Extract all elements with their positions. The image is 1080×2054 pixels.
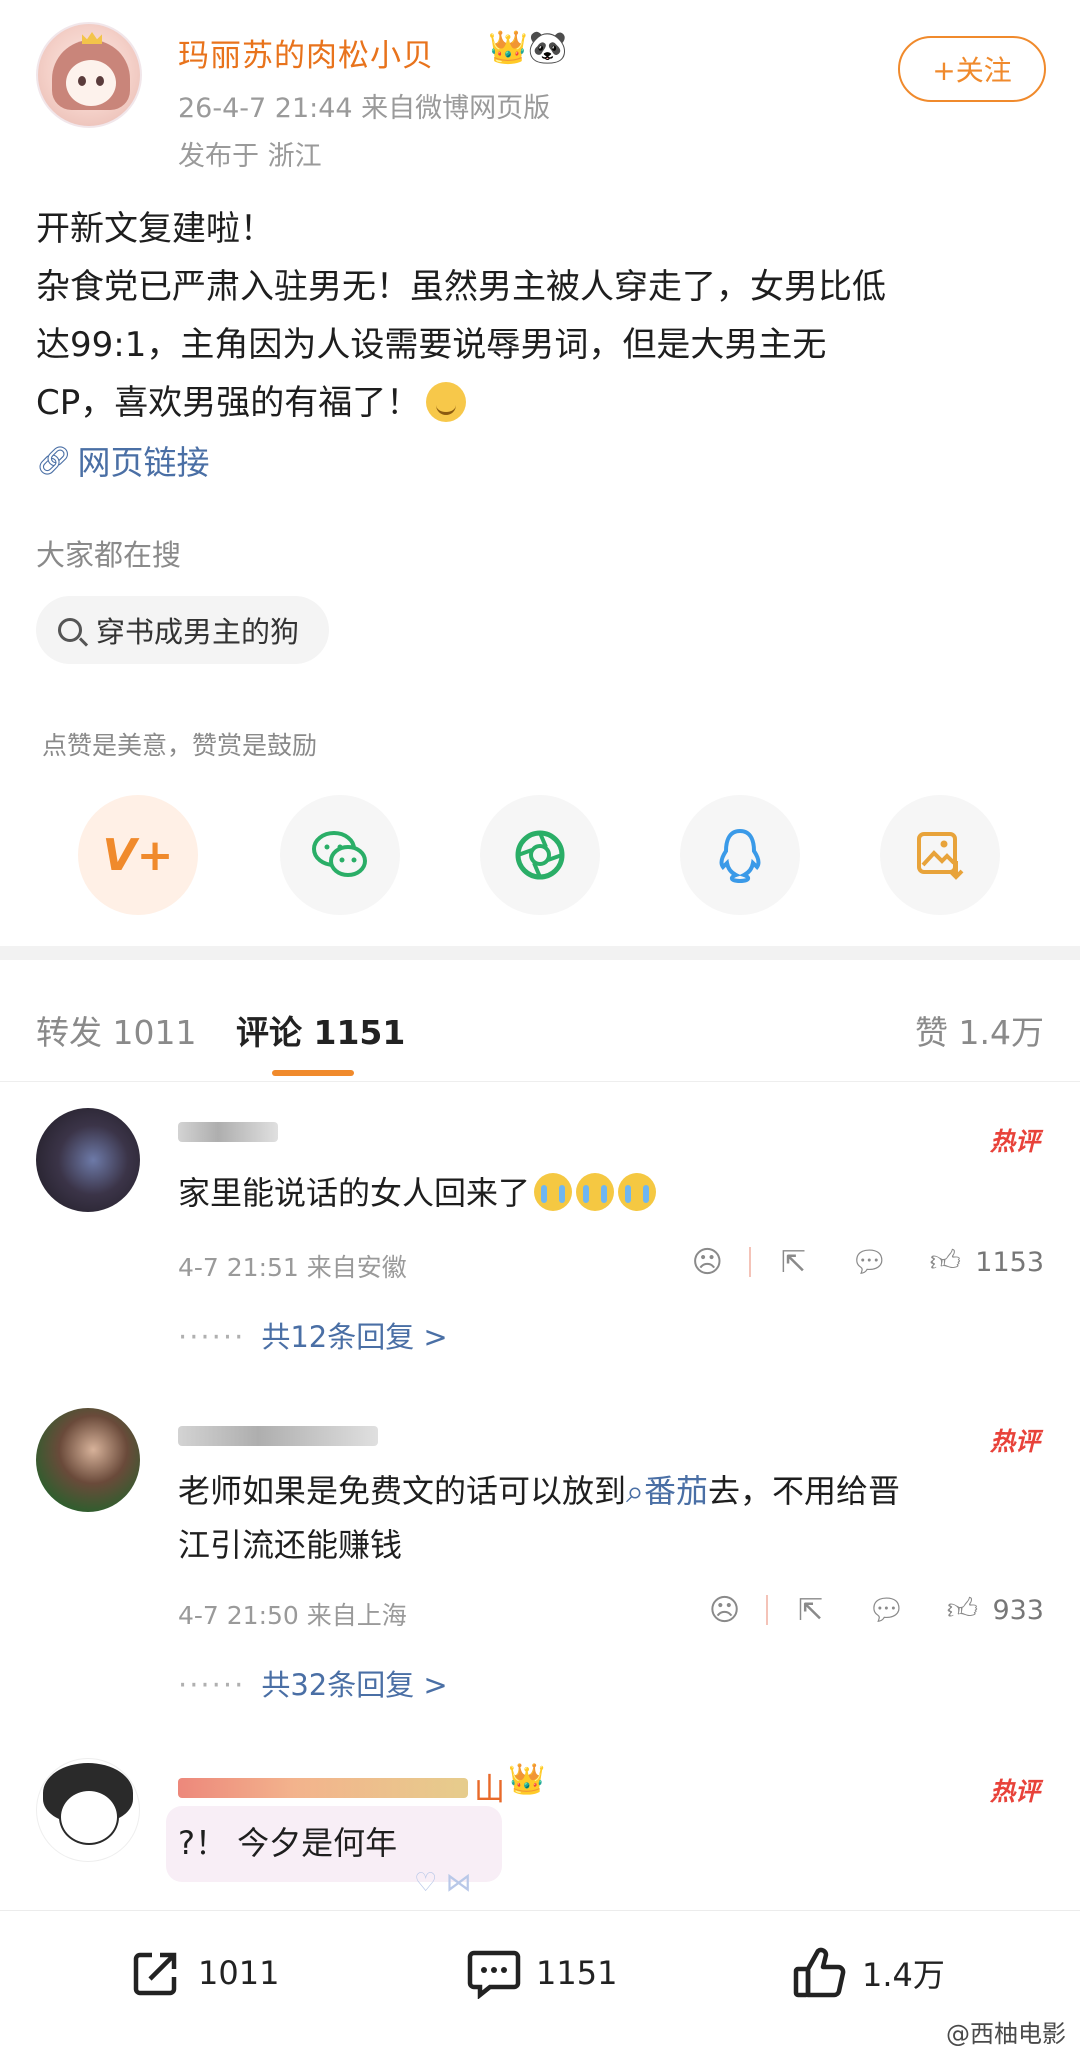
commenter-avatar[interactable] (36, 1108, 140, 1212)
bow-decoration-icon: ♡ ⋈ (414, 1868, 472, 1898)
comment-meta: 4-7 21:51 来自安徽 (178, 1253, 407, 1282)
watermark: @西柚电影 (946, 2020, 1066, 2048)
search-icon (58, 618, 82, 642)
share-moments-button[interactable] (480, 795, 600, 915)
tab-comments[interactable]: 评论 1151 (236, 1006, 405, 1054)
bottom-repost-button[interactable]: 1011 (128, 1945, 279, 2001)
bottom-comment-button[interactable]: 1151 (466, 1945, 617, 2001)
web-link[interactable]: 🔗︎ 网页链接 (36, 436, 210, 484)
comment-like-count: 933 (992, 1594, 1044, 1626)
commenter-name-suffix: 山 (474, 1772, 505, 1808)
share-wechat-button[interactable] (280, 795, 400, 915)
crying-emoji-icon (618, 1173, 657, 1211)
reward-button[interactable]: V+ (78, 795, 198, 915)
save-image-icon (917, 832, 964, 880)
follow-button[interactable]: +关注 (898, 36, 1046, 102)
hot-search-chip[interactable]: 穿书成男主的狗 (36, 596, 330, 664)
crying-emoji-icon (534, 1173, 573, 1211)
view-replies-link[interactable]: ······ 共12条回复 > (178, 1314, 448, 1356)
moments-icon (515, 830, 565, 880)
hot-comment-tag: 热评 (989, 1127, 1040, 1156)
web-link-label: 网页链接 (77, 443, 210, 482)
tab-likes[interactable]: 赞 1.4万 (915, 1006, 1044, 1054)
author-badge-icons: 👑🐼 (488, 28, 568, 66)
dislike-icon[interactable]: ☹ (687, 1242, 727, 1282)
share-icon[interactable]: ⇱ (790, 1590, 830, 1630)
comment-actions: ☹ ⇱ 💬︎ 👍︎ 1153 (687, 1242, 1044, 1282)
bottom-like-button[interactable]: 1.4万 (792, 1945, 945, 2001)
topic-link[interactable]: ⌕番茄 (626, 1472, 708, 1510)
comment-text-content: 老师如果是免费文的话可以放到 (178, 1472, 627, 1510)
commenter-name-redacted[interactable] (178, 1122, 278, 1142)
comment-text-content: 去，不用给晋 (707, 1472, 900, 1510)
tab-reposts[interactable]: 转发 1011 (36, 1006, 196, 1054)
post-timestamp-source: 26-4-7 21:44 来自微博网页版 (178, 93, 551, 124)
bottom-action-bar: 1011 1151 1.4万 (0, 1910, 1080, 2054)
commenter-avatar[interactable] (36, 1408, 140, 1512)
v-plus-icon: V+ (102, 829, 174, 881)
comment-text: ?！ 今夕是何年 (178, 1824, 398, 1862)
save-image-button[interactable] (880, 795, 1000, 915)
link-icon: 🔗︎ (36, 443, 72, 477)
replies-count-label: 共12条回复 > (261, 1320, 448, 1354)
reply-icon[interactable]: 💬︎ (866, 1590, 906, 1630)
comment-like-count: 1153 (975, 1246, 1044, 1278)
commenter-name-redacted[interactable] (178, 1778, 468, 1798)
crown-badge-icon: 👑 (508, 1762, 546, 1797)
active-tab-indicator (272, 1070, 354, 1076)
search-icon: ⌕ (626, 1472, 644, 1510)
action-divider (749, 1247, 752, 1277)
share-row: V+ (0, 795, 1080, 915)
author-name[interactable]: 玛丽苏的肉松小贝 (178, 30, 434, 75)
post-location: 发布于 浙江 (178, 141, 322, 172)
replies-count-label: 共32条回复 > (261, 1668, 448, 1702)
comment-text: 家里能说话的女人回来了 (178, 1166, 1048, 1220)
crying-emoji-icon (576, 1173, 615, 1211)
post-text: 开新文复建啦！ 杂食党已严肃入驻男无！虽然男主被人穿走了，女男比低 达99:1，… (36, 200, 1046, 432)
commenter-name-redacted[interactable] (178, 1426, 378, 1446)
dislike-icon[interactable]: ☹ (704, 1590, 744, 1630)
comment-text: 老师如果是免费文的话可以放到⌕番茄去，不用给晋 江引流还能赚钱 (178, 1464, 1048, 1572)
share-icon[interactable]: ⇱ (773, 1242, 813, 1282)
hot-comment-tag: 热评 (989, 1777, 1040, 1806)
like-icon (792, 1945, 848, 2001)
author-avatar[interactable] (36, 22, 142, 128)
comment-text-content: 江引流还能赚钱 (178, 1526, 403, 1564)
post-text-line: CP，喜欢男强的有福了！ (36, 383, 421, 423)
hot-search-title: 大家都在搜 (36, 538, 182, 572)
view-replies-link[interactable]: ······ 共32条回复 > (178, 1662, 448, 1704)
post-header: 玛丽苏的肉松小贝 👑🐼 26-4-7 21:44 来自微博网页版 发布于 浙江 … (0, 0, 1080, 185)
bottom-repost-count: 1011 (198, 1954, 280, 1992)
comment-actions: ☹ ⇱ 💬︎ 👍︎ 933 (704, 1590, 1044, 1630)
post-tabs: 转发 1011 评论 1151 赞 1.4万 (0, 960, 1080, 1082)
comment-item: 热评 老师如果是免费文的话可以放到⌕番茄去，不用给晋 江引流还能赚钱 4-7 2… (0, 1408, 1080, 1708)
comment-meta: 4-7 21:50 来自上海 (178, 1601, 407, 1630)
like-icon[interactable]: 👍︎ (925, 1242, 965, 1282)
hot-comment-tag: 热评 (989, 1427, 1040, 1456)
like-icon[interactable]: 👍︎ (942, 1590, 982, 1630)
section-divider (0, 946, 1080, 960)
topic-link-label: 番茄 (643, 1472, 708, 1510)
wechat-icon (312, 831, 367, 877)
commenter-avatar[interactable] (36, 1758, 140, 1862)
share-qq-button[interactable] (680, 795, 800, 915)
comment-item: 热评 家里能说话的女人回来了 4-7 21:51 来自安徽 ☹ ⇱ 💬︎ 👍︎ … (0, 1104, 1080, 1354)
comment-text-content: 家里能说话的女人回来了 (178, 1174, 531, 1212)
reply-icon[interactable]: 💬︎ (849, 1242, 889, 1282)
qq-icon (719, 828, 761, 883)
bottom-like-count: 1.4万 (862, 1956, 945, 1994)
post-text-line: 杂食党已严肃入驻男无！虽然男主被人穿走了，女男比低 (36, 267, 886, 307)
sweat-smile-emoji-icon (426, 381, 467, 422)
post-text-line: 达99:1，主角因为人设需要说辱男词，但是大男主无 (36, 325, 827, 365)
hot-search-query: 穿书成男主的狗 (96, 615, 300, 649)
bottom-comment-count: 1151 (536, 1954, 618, 1992)
reward-hint: 点赞是美意，赞赏是鼓励 (42, 731, 318, 760)
comment-icon (466, 1945, 522, 2001)
repost-icon (128, 1945, 184, 2001)
post-text-line: 开新文复建啦！ (36, 209, 274, 249)
action-divider (766, 1595, 769, 1625)
comment-item: 山 👑 热评 ?！ 今夕是何年 ♡ ⋈ (0, 1758, 1080, 1908)
